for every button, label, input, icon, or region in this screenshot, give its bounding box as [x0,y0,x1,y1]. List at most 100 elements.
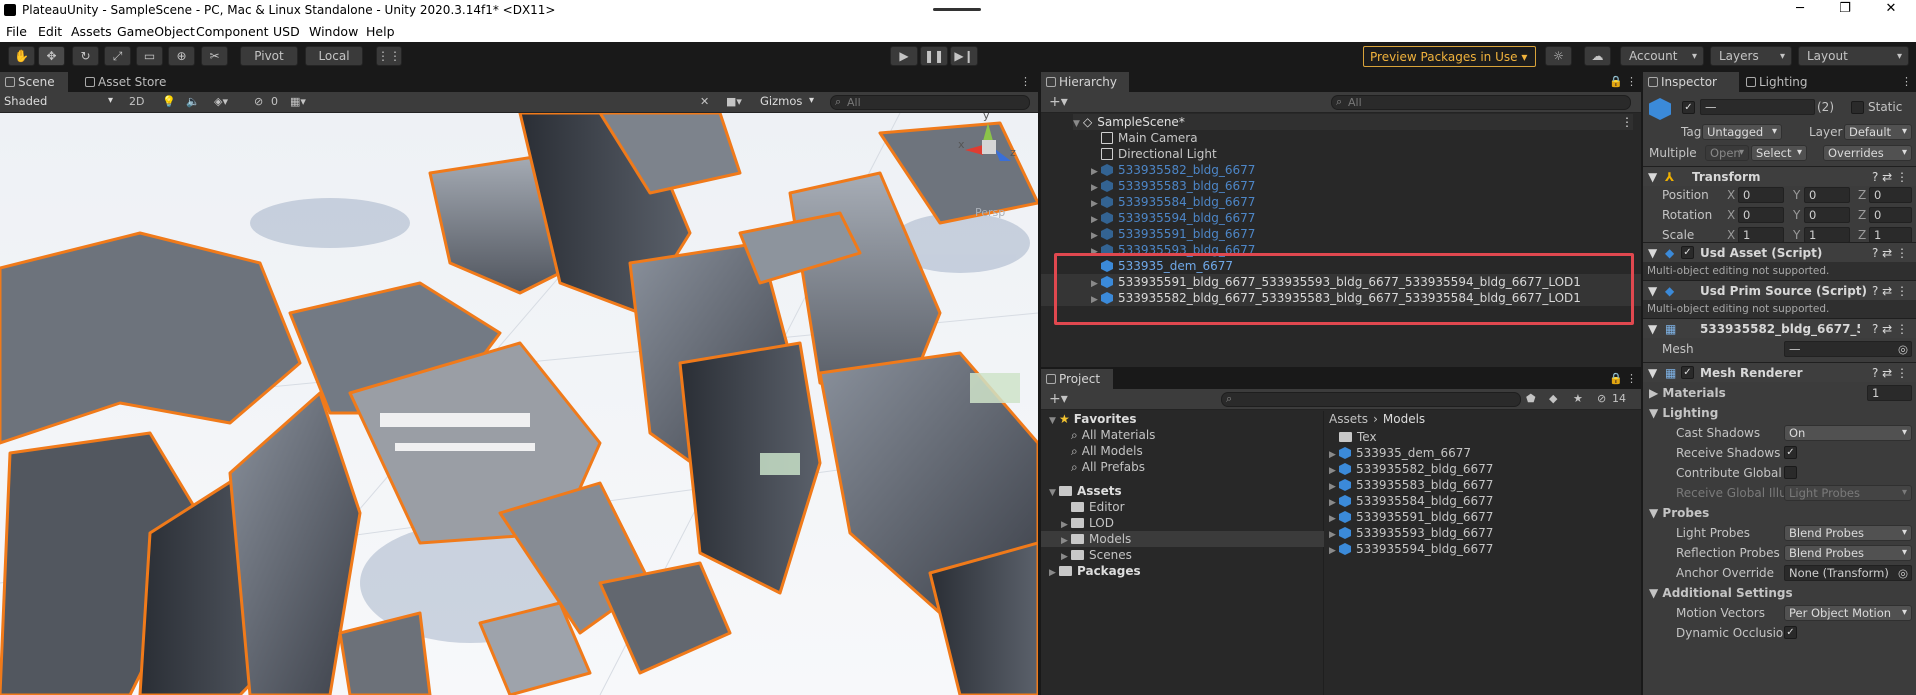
custom-tool-icon[interactable]: ✂ [201,46,228,66]
transform-x-field[interactable]: 0 [1738,187,1784,203]
layer-dropdown[interactable]: Default [1844,124,1912,140]
hand-tool-icon[interactable]: ✋ [8,46,35,66]
pause-button[interactable]: ❚❚ [920,46,948,66]
hierarchy-item[interactable]: ▶ 533935584_bldg_6677 [1041,194,1641,210]
favorites-star-icon[interactable]: ★ [1573,392,1583,405]
favorite-item[interactable]: ⌕ All Models [1071,443,1143,459]
close-icon[interactable]: ✕ [1876,1,1906,16]
project-file-item[interactable]: ▶ 533935584_bldg_6677 [1329,493,1493,509]
breadcrumb-assets[interactable]: Assets [1329,412,1368,426]
tag-dropdown[interactable]: Untagged [1702,124,1782,140]
component-enabled-checkbox[interactable]: ✓ [1681,366,1694,379]
hierarchy-item[interactable]: ▶ 533935591_bldg_6677 [1041,226,1641,242]
scene-root-row[interactable]: ▼ ◇ SampleScene* ⋮ [1073,114,1633,130]
hierarchy-item[interactable]: Directional Light [1041,146,1641,162]
gizmo-z-arrow[interactable] [995,149,1011,161]
tab-asset-store[interactable]: Asset Store [80,72,176,92]
effects-toggle-icon[interactable]: ◈▾ [214,95,228,108]
project-menu-icon[interactable]: ⋮ [1626,372,1637,385]
menu-component[interactable]: Component [196,24,269,39]
inspector-menu-icon[interactable]: ⋮ [1901,75,1912,88]
dynamic-occlusion-checkbox[interactable]: ✓ [1784,626,1797,639]
window-grab-handle[interactable] [933,8,981,11]
project-add-button[interactable]: +▾ [1049,391,1068,407]
transform-z-field[interactable]: 0 [1869,207,1912,223]
hierarchy-item[interactable]: Main Camera [1041,130,1641,146]
scene-menu-icon[interactable]: ⋮ [1621,114,1633,130]
layout-dropdown[interactable]: Layout [1798,46,1909,66]
static-checkbox[interactable] [1851,101,1864,114]
services-icon[interactable]: ☼ [1545,46,1572,66]
project-file-item[interactable]: ▶ 533935591_bldg_6677 [1329,509,1493,525]
menu-help[interactable]: Help [366,24,395,39]
camera-settings-icon[interactable]: ▦▾ [290,95,306,108]
transform-y-field[interactable]: 1 [1804,227,1850,243]
mesh-filter-header[interactable]: ▼ ▦ 533935582_bldg_6677_5 ? ⇄ ⋮ [1643,318,1916,338]
project-file-item[interactable]: ▶ 533935594_bldg_6677 [1329,541,1493,557]
project-file-item[interactable]: ▶ 533935_dem_6677 [1329,445,1471,461]
mesh-field[interactable]: — ◎ [1784,341,1912,357]
project-file-item[interactable]: Tex [1329,429,1377,445]
grid-snap-icon[interactable]: ⋮⋮ [376,46,402,66]
lighting-toggle-icon[interactable]: 💡 [162,95,176,108]
hidden-packages-icon[interactable]: ⊘ [1597,392,1606,405]
scene-search-input[interactable]: All [830,95,1030,110]
camera-icon[interactable]: ■▾ [726,95,742,108]
shading-mode-dropdown[interactable]: Shaded [0,94,117,110]
receive-shadows-checkbox[interactable]: ✓ [1784,446,1797,459]
motion-vectors-dropdown[interactable]: Per Object Motion [1784,605,1912,621]
gizmos-dropdown[interactable]: Gizmos [756,94,818,110]
name-field[interactable]: — [1700,99,1815,115]
favorite-item[interactable]: ⌕ All Materials [1071,427,1155,443]
menu-usd[interactable]: USD [273,24,300,39]
object-picker-icon[interactable]: ◎ [1898,342,1908,356]
hierarchy-item[interactable]: ▶ 533935594_bldg_6677 [1041,210,1641,226]
usd-prim-header[interactable]: ▼ ◆ Usd Prim Source (Script) ? ⇄ ⋮ [1643,280,1916,300]
additional-settings-foldout[interactable]: ▼ Additional Settings [1649,586,1793,600]
tab-inspector[interactable]: Inspector [1643,72,1739,92]
local-toggle[interactable]: Local [305,46,363,66]
tab-project[interactable]: Project [1041,369,1113,389]
hidden-objects-icon[interactable]: ⊘ [254,95,263,108]
breadcrumb-models[interactable]: Models [1383,412,1425,426]
rotate-tool-icon[interactable]: ↻ [72,46,99,66]
project-search-input[interactable] [1221,392,1521,407]
move-tool-icon[interactable]: ✥ [38,46,65,66]
scene-viewport[interactable]: y x z Persp [0,113,1038,695]
probes-foldout[interactable]: ▼ Probes [1649,506,1709,520]
minimize-icon[interactable]: ─ [1785,1,1815,16]
favorite-item[interactable]: ⌕ All Prefabs [1071,459,1145,475]
scale-tool-icon[interactable]: ⤢ [104,46,131,66]
scene-menu-icon[interactable]: ⋮ [1020,75,1031,88]
overrides-dropdown[interactable]: Overrides [1823,145,1912,161]
component-actions-icon[interactable]: ? ⇄ ⋮ [1872,170,1908,184]
usd-asset-header[interactable]: ▼ ◆ ✓ Usd Asset (Script) ? ⇄ ⋮ [1643,242,1916,262]
project-file-item[interactable]: ▶ 533935593_bldg_6677 [1329,525,1493,541]
folder-item-selected[interactable]: ▶ Models [1041,531,1324,547]
hierarchy-item[interactable]: ▶ 533935582_bldg_6677 [1041,162,1641,178]
cloud-icon[interactable]: ☁ [1584,46,1611,66]
expand-arrow-icon[interactable]: ▶ [1329,543,1339,559]
component-enabled-checkbox[interactable]: ✓ [1681,246,1694,259]
materials-count-field[interactable]: 1 [1867,385,1912,401]
gizmo-x-arrow[interactable] [965,145,983,155]
menu-gameobject[interactable]: GameObject [117,24,195,39]
tab-scene[interactable]: Scene [0,72,68,92]
pivot-toggle[interactable]: Pivot [240,46,298,66]
component-actions-icon[interactable]: ? ⇄ ⋮ [1872,284,1908,298]
transform-x-field[interactable]: 0 [1738,207,1784,223]
select-button[interactable]: Select [1751,145,1807,161]
transform-y-field[interactable]: 0 [1804,207,1850,223]
menu-edit[interactable]: Edit [38,24,62,39]
gizmo-y-arrow[interactable] [983,123,993,141]
cast-shadows-dropdown[interactable]: On [1784,425,1912,441]
folder-item[interactable]: ▶ LOD [1061,515,1114,531]
menu-file[interactable]: File [6,24,27,39]
audio-toggle-icon[interactable]: 🔈 [186,95,200,108]
account-dropdown[interactable]: Account [1620,46,1704,66]
menu-assets[interactable]: Assets [71,24,112,39]
hierarchy-search-input[interactable]: All [1331,95,1631,110]
filter-type-icon[interactable]: ⬟ [1526,392,1536,405]
receive-gi-dropdown[interactable]: Light Probes [1784,485,1912,501]
preview-packages-button[interactable]: Preview Packages in Use ▾ [1363,46,1536,67]
